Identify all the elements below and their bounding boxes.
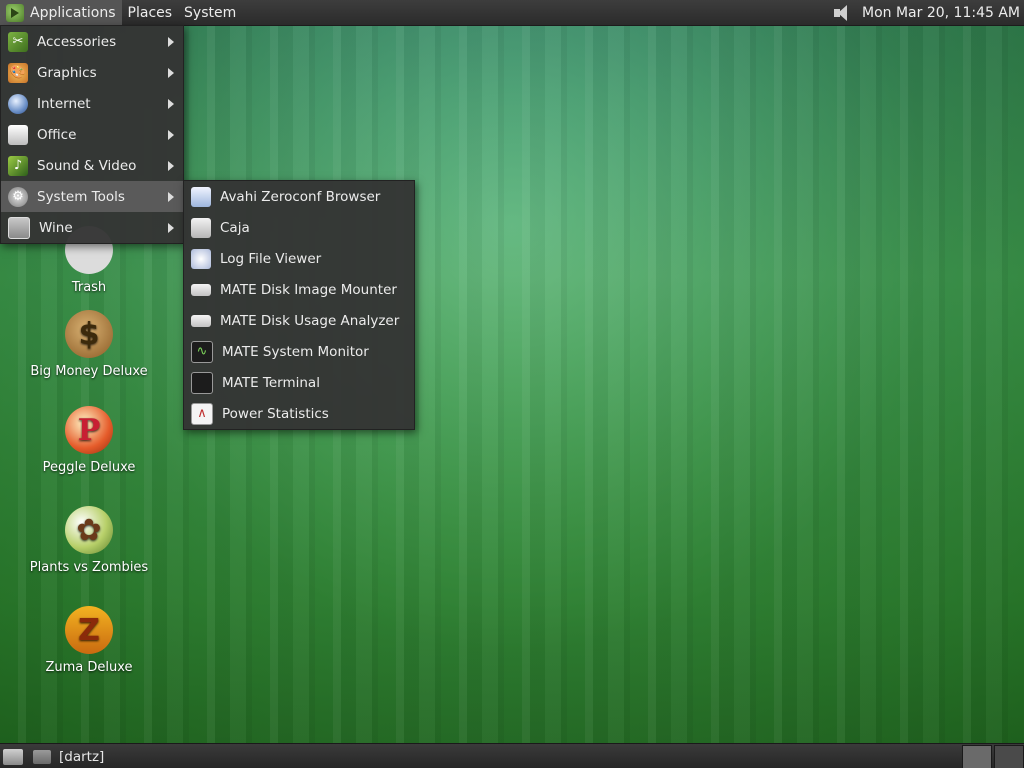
menu-item-power-statistics[interactable]: ∧ Power Statistics (184, 398, 414, 429)
menu-item-label: Power Statistics (222, 405, 329, 422)
desktop-icon-label: Zuma Deluxe (45, 660, 133, 675)
menu-item-label: Avahi Zeroconf Browser (220, 188, 381, 205)
menu-item-mate-disk-image-mounter[interactable]: MATE Disk Image Mounter (184, 274, 414, 305)
submenu-arrow-icon (168, 161, 174, 171)
submenu-arrow-icon (168, 130, 174, 140)
desktop-icon-big-money-deluxe[interactable]: $ Big Money Deluxe (29, 310, 149, 379)
system-tools-submenu: Avahi Zeroconf Browser Caja Log File Vie… (183, 180, 415, 430)
desktop-icon-label: Trash (71, 280, 107, 295)
log-viewer-icon (191, 248, 211, 269)
menu-item-label: MATE System Monitor (222, 343, 369, 360)
show-desktop-icon[interactable] (3, 748, 23, 765)
system-tools-icon: ⚙ (8, 186, 28, 207)
menu-item-label: MATE Disk Image Mounter (220, 281, 397, 298)
menu-item-office[interactable]: Office (1, 119, 183, 150)
graphics-icon: 🎨 (8, 62, 28, 83)
menu-item-mate-terminal[interactable]: MATE Terminal (184, 367, 414, 398)
menu-item-wine[interactable]: Wine (1, 212, 183, 243)
top-panel: Applications Places System Mon Mar 20, 1… (0, 0, 1024, 26)
menu-item-mate-system-monitor[interactable]: ∿ MATE System Monitor (184, 336, 414, 367)
workspace-1[interactable] (962, 744, 992, 768)
plants-vs-zombies-icon: ✿ (65, 506, 113, 554)
menu-item-label: Internet (37, 95, 91, 112)
money-bag-icon: $ (65, 310, 113, 358)
system-menu-button[interactable]: System (178, 0, 242, 25)
desktop-icon-label: Peggle Deluxe (42, 460, 136, 475)
caja-icon (191, 217, 211, 238)
folder-icon (33, 749, 51, 764)
submenu-arrow-icon (168, 192, 174, 202)
desktop-icon-plants-vs-zombies[interactable]: ✿ Plants vs Zombies (29, 506, 149, 575)
menu-item-label: Accessories (37, 33, 117, 50)
menu-item-label: Caja (220, 219, 250, 236)
menu-item-system-tools[interactable]: ⚙ System Tools (1, 181, 183, 212)
desktop-icon-peggle-deluxe[interactable]: P Peggle Deluxe (29, 406, 149, 475)
menu-item-caja[interactable]: Caja (184, 212, 414, 243)
submenu-arrow-icon (168, 37, 174, 47)
submenu-arrow-icon (168, 99, 174, 109)
wine-icon (8, 216, 30, 239)
menu-item-label: MATE Terminal (222, 374, 320, 391)
sound-video-icon: ♪ (8, 155, 28, 176)
bottom-panel: [dartz] (0, 743, 1024, 768)
system-monitor-icon: ∿ (191, 340, 213, 363)
terminal-icon (191, 371, 213, 394)
places-menu-button[interactable]: Places (122, 0, 179, 25)
menu-item-mate-disk-usage-analyzer[interactable]: MATE Disk Usage Analyzer (184, 305, 414, 336)
menu-item-log-file-viewer[interactable]: Log File Viewer (184, 243, 414, 274)
menu-item-label: Sound & Video (37, 157, 137, 174)
power-statistics-icon: ∧ (191, 402, 213, 425)
applications-menu-button[interactable]: Applications (0, 0, 122, 25)
menu-item-sound-video[interactable]: ♪ Sound & Video (1, 150, 183, 181)
desktop-icon-label: Plants vs Zombies (29, 560, 149, 575)
menu-item-internet[interactable]: Internet (1, 88, 183, 119)
office-icon (8, 124, 28, 145)
workspace-2[interactable] (994, 744, 1024, 768)
menu-item-label: Log File Viewer (220, 250, 322, 267)
applications-label: Applications (30, 4, 116, 21)
desktop-icon-zuma-deluxe[interactable]: Z Zuma Deluxe (29, 606, 149, 675)
peggle-icon: P (65, 406, 113, 454)
menu-item-label: MATE Disk Usage Analyzer (220, 312, 400, 329)
workspace-switcher (960, 744, 1024, 768)
zuma-icon: Z (65, 606, 113, 654)
menu-item-avahi-zeroconf-browser[interactable]: Avahi Zeroconf Browser (184, 181, 414, 212)
desktop-icon-label: Big Money Deluxe (30, 364, 148, 379)
taskbar-window-button[interactable]: [dartz] (59, 749, 104, 765)
disk-image-icon (191, 283, 211, 296)
menu-item-graphics[interactable]: 🎨 Graphics (1, 57, 183, 88)
menu-item-label: Office (37, 126, 77, 143)
accessories-icon: ✂ (8, 31, 28, 52)
submenu-arrow-icon (168, 68, 174, 78)
menu-item-label: System Tools (37, 188, 125, 205)
applications-menu: ✂ Accessories 🎨 Graphics Internet Office… (0, 25, 184, 244)
disk-usage-icon (191, 314, 211, 327)
avahi-icon (191, 186, 211, 207)
menu-item-label: Graphics (37, 64, 97, 81)
distro-logo-icon (6, 3, 24, 22)
clock[interactable]: Mon Mar 20, 11:45 AM (862, 5, 1020, 21)
internet-icon (8, 93, 28, 114)
volume-icon[interactable] (832, 4, 854, 22)
menu-item-accessories[interactable]: ✂ Accessories (1, 26, 183, 57)
submenu-arrow-icon (168, 223, 174, 233)
menu-item-label: Wine (39, 219, 73, 236)
